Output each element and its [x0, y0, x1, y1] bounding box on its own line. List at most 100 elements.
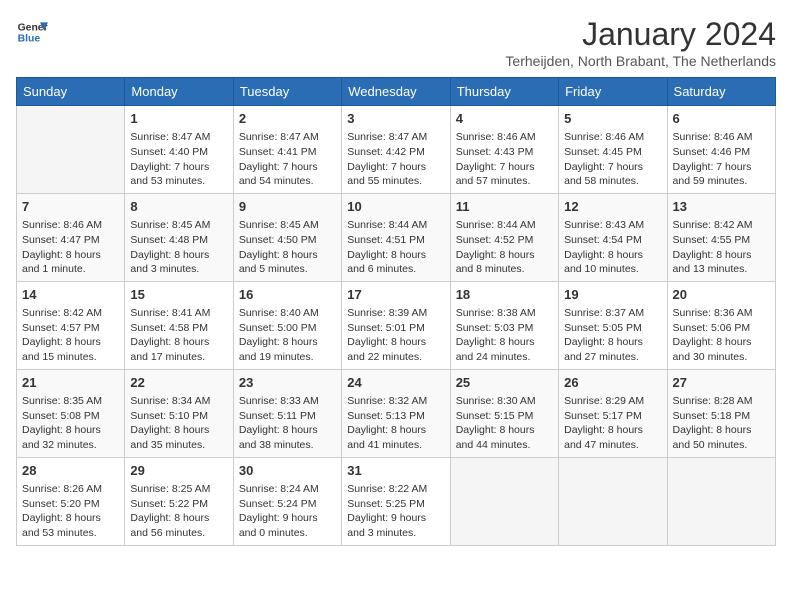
day-number: 20 [673, 286, 770, 304]
daylight-label: Daylight: 8 hours and 17 minutes. [130, 336, 209, 363]
sunrise-label: Sunrise: 8:24 AM [239, 483, 319, 495]
sunrise-label: Sunrise: 8:29 AM [564, 395, 644, 407]
sunset-label: Sunset: 5:25 PM [347, 498, 425, 510]
day-info: Sunrise: 8:24 AM Sunset: 5:24 PM Daylight:… [239, 482, 336, 541]
week-row-4: 21Sunrise: 8:35 AMSunset: 5:08 PMDayligh… [17, 369, 776, 457]
sunset-label: Sunset: 5:10 PM [130, 410, 208, 422]
day-number: 11 [456, 198, 553, 216]
sunrise-label: Sunrise: 8:46 AM [673, 131, 753, 143]
sunrise-label: Sunrise: 8:42 AM [673, 219, 753, 231]
daylight-label: Daylight: 8 hours and 8 minutes. [456, 249, 535, 276]
sunrise-label: Sunrise: 8:28 AM [673, 395, 753, 407]
sunset-label: Sunset: 4:47 PM [22, 234, 100, 246]
sunrise-label: Sunrise: 8:36 AM [673, 307, 753, 319]
sunset-label: Sunset: 5:08 PM [22, 410, 100, 422]
sunrise-label: Sunrise: 8:30 AM [456, 395, 536, 407]
day-info: Sunrise: 8:46 AMSunset: 4:43 PMDaylight:… [456, 130, 553, 189]
sunrise-label: Sunrise: 8:38 AM [456, 307, 536, 319]
sunrise-label: Sunrise: 8:25 AM [130, 483, 210, 495]
day-info: Sunrise: 8:47 AMSunset: 4:40 PMDaylight:… [130, 130, 227, 189]
daylight-label: Daylight: 8 hours and 35 minutes. [130, 424, 209, 451]
sunrise-label: Sunrise: 8:46 AM [456, 131, 536, 143]
calendar-cell: 27Sunrise: 8:28 AMSunset: 5:18 PMDayligh… [667, 369, 775, 457]
calendar-header: SundayMondayTuesdayWednesdayThursdayFrid… [17, 78, 776, 106]
day-number: 17 [347, 286, 444, 304]
day-of-week-sunday: Sunday [17, 78, 125, 106]
day-info: Sunrise: 8:25 AM Sunset: 5:22 PM Daylight:… [130, 482, 227, 541]
week-row-3: 14Sunrise: 8:42 AMSunset: 4:57 PMDayligh… [17, 281, 776, 369]
day-of-week-thursday: Thursday [450, 78, 558, 106]
daylight-label: Daylight: 8 hours and 10 minutes. [564, 249, 643, 276]
daylight-label: Daylight: 7 hours and 54 minutes. [239, 161, 318, 188]
day-of-week-monday: Monday [125, 78, 233, 106]
day-number: 2 [239, 110, 336, 128]
days-of-week-row: SundayMondayTuesdayWednesdayThursdayFrid… [17, 78, 776, 106]
sunset-label: Sunset: 4:57 PM [22, 322, 100, 334]
calendar-cell: 10Sunrise: 8:44 AMSunset: 4:51 PMDayligh… [342, 193, 450, 281]
sunset-label: Sunset: 4:40 PM [130, 146, 208, 158]
day-number: 8 [130, 198, 227, 216]
sunrise-label: Sunrise: 8:41 AM [130, 307, 210, 319]
day-number: 9 [239, 198, 336, 216]
daylight-label: Daylight: 8 hours and 53 minutes. [22, 512, 101, 539]
sunset-label: Sunset: 5:15 PM [456, 410, 534, 422]
daylight-label: Daylight: 7 hours and 55 minutes. [347, 161, 426, 188]
sunrise-label: Sunrise: 8:46 AM [22, 219, 102, 231]
day-number: 29 [130, 462, 227, 480]
sunset-label: Sunset: 5:11 PM [239, 410, 316, 422]
calendar-cell: 9 Sunrise: 8:45 AMSunset: 4:50 PMDaylight… [233, 193, 341, 281]
day-number: 24 [347, 374, 444, 392]
sunset-label: Sunset: 4:58 PM [130, 322, 208, 334]
calendar-cell: 16Sunrise: 8:40 AMSunset: 5:00 PMDayligh… [233, 281, 341, 369]
sunrise-label: Sunrise: 8:26 AM [22, 483, 102, 495]
sunrise-label: Sunrise: 8:44 AM [347, 219, 427, 231]
sunrise-label: Sunrise: 8:47 AM [239, 131, 319, 143]
calendar-cell: 21Sunrise: 8:35 AMSunset: 5:08 PMDayligh… [17, 369, 125, 457]
sunrise-label: Sunrise: 8:43 AM [564, 219, 644, 231]
day-info: Sunrise: 8:45 AMSunset: 4:50 PMDaylight:… [239, 218, 336, 277]
day-number: 13 [673, 198, 770, 216]
day-info: Sunrise: 8:22 AMSunset: 5:25 PMDaylight:… [347, 482, 444, 541]
day-info: Sunrise: 8:43 AMSunset: 4:54 PMDaylight:… [564, 218, 661, 277]
daylight-label: Daylight: 8 hours and 41 minutes. [347, 424, 426, 451]
day-info: Sunrise: 8:46 AMSunset: 4:45 PMDaylight:… [564, 130, 661, 189]
daylight-label: Daylight: 7 hours and 59 minutes. [673, 161, 752, 188]
sunrise-label: Sunrise: 8:47 AM [130, 131, 210, 143]
day-info: Sunrise: 8:46 AMSunset: 4:46 PMDaylight:… [673, 130, 770, 189]
day-info: Sunrise: 8:30 AMSunset: 5:15 PMDaylight:… [456, 394, 553, 453]
sunset-label: Sunset: 4:41 PM [239, 146, 317, 158]
calendar-cell: 2 Sunrise: 8:47 AM Sunset: 4:41 PM Daylight… [233, 106, 341, 194]
day-info: Sunrise: 8:35 AMSunset: 5:08 PMDaylight:… [22, 394, 119, 453]
daylight-label: Daylight: 8 hours and 13 minutes. [673, 249, 752, 276]
calendar-cell [667, 457, 775, 545]
sunrise-label: Sunrise: 8:47 AM [347, 131, 427, 143]
sunrise-label: Sunrise: 8:33 AM [239, 395, 319, 407]
day-info: Sunrise: 8:38 AMSunset: 5:03 PMDaylight:… [456, 306, 553, 365]
day-info: Sunrise: 8:44 AMSunset: 4:52 PMDaylight:… [456, 218, 553, 277]
calendar-cell [17, 106, 125, 194]
day-number: 14 [22, 286, 119, 304]
day-number: 10 [347, 198, 444, 216]
day-info: Sunrise: 8:32 AMSunset: 5:13 PMDaylight:… [347, 394, 444, 453]
sunset-label: Sunset: 4:43 PM [456, 146, 534, 158]
sunset-label: Sunset: 5:24 PM [239, 498, 317, 510]
calendar-cell: 17 Sunrise: 8:39 AMSunset: 5:01 PMDayligh… [342, 281, 450, 369]
day-info: Sunrise: 8:45 AMSunset: 4:48 PMDaylight:… [130, 218, 227, 277]
calendar-cell: 19Sunrise: 8:37 AMSunset: 5:05 PMDayligh… [559, 281, 667, 369]
daylight-label: Daylight: 8 hours and 15 minutes. [22, 336, 101, 363]
calendar-cell: 25Sunrise: 8:30 AMSunset: 5:15 PMDayligh… [450, 369, 558, 457]
calendar-cell: 3Sunrise: 8:47 AMSunset: 4:42 PMDaylight… [342, 106, 450, 194]
daylight-label: Daylight: 8 hours and 56 minutes. [130, 512, 209, 539]
page-header: General Blue January 2024 Terheijden, No… [16, 16, 776, 69]
sunset-label: Sunset: 5:17 PM [564, 410, 642, 422]
day-info: Sunrise: 8:39 AMSunset: 5:01 PMDaylight:… [347, 306, 444, 365]
calendar-cell: 30Sunrise: 8:24 AMSunset: 5:24 PMDayligh… [233, 457, 341, 545]
day-of-week-wednesday: Wednesday [342, 78, 450, 106]
daylight-label: Daylight: 7 hours and 58 minutes. [564, 161, 643, 188]
calendar-cell: 22Sunrise: 8:34 AMSunset: 5:10 PMDayligh… [125, 369, 233, 457]
daylight-label: Daylight: 9 hours and 0 minutes. [239, 512, 318, 539]
svg-text:Blue: Blue [18, 34, 41, 45]
sunset-label: Sunset: 4:48 PM [130, 234, 208, 246]
sunset-label: Sunset: 5:22 PM [130, 498, 208, 510]
day-info: Sunrise: 8:41 AM Sunset: 4:58 PM Daylight:… [130, 306, 227, 365]
